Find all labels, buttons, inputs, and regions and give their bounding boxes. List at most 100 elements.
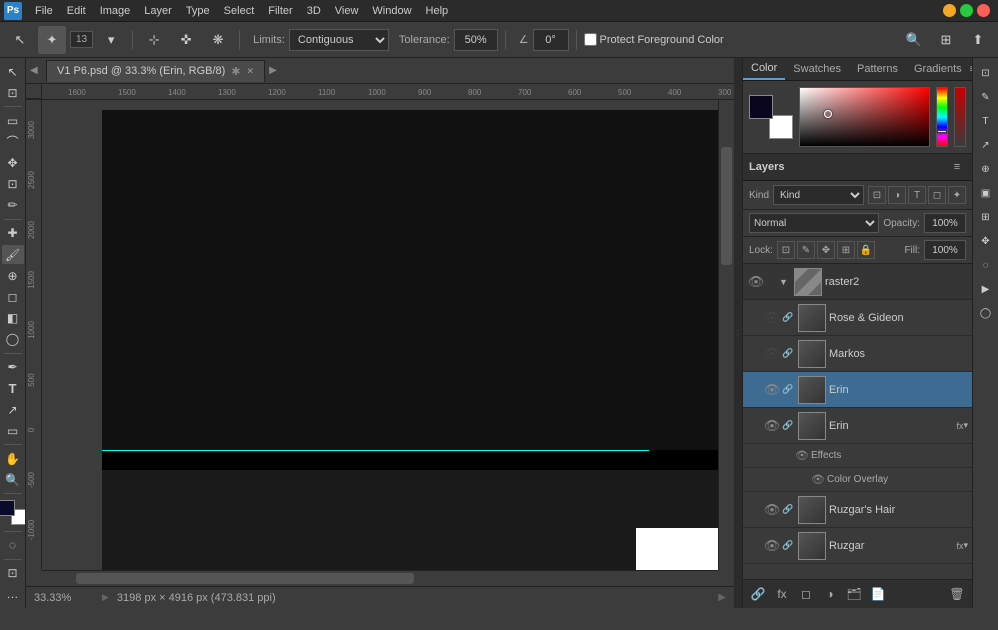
visibility-toggle[interactable]: 👁 — [763, 501, 781, 519]
layer-link-icon[interactable]: 🔗 — [781, 312, 795, 323]
right-tool-11[interactable]: ◯ — [975, 302, 997, 324]
add-style-btn[interactable]: fx — [771, 583, 793, 605]
protect-fg-label[interactable]: Protect Foreground Color — [584, 33, 724, 46]
canvas-scrollbar-vertical[interactable] — [718, 100, 734, 570]
healing-tool[interactable]: ✚ — [2, 224, 24, 243]
menu-file[interactable]: File — [28, 3, 60, 19]
screen-mode-btn[interactable]: ⊡ — [2, 564, 24, 583]
effect-vis-toggle[interactable]: 👁 — [809, 471, 827, 489]
layer-item-ruzgar[interactable]: 👁 🔗 Ruzgar fx ▾ — [743, 528, 972, 564]
layer-link-icon[interactable]: 🔗 — [781, 384, 795, 395]
sample-btn-1[interactable]: ⊹ — [140, 26, 168, 54]
fill-input[interactable] — [924, 240, 966, 260]
layer-item-rose-gideon[interactable]: 👁 🔗 Rose & Gideon — [743, 300, 972, 336]
menu-image[interactable]: Image — [93, 3, 138, 19]
lock-artboard-icon[interactable]: ⊞ — [837, 241, 855, 259]
right-tool-10[interactable]: ▶ — [975, 278, 997, 300]
menu-filter[interactable]: Filter — [261, 3, 299, 19]
gradient-tool[interactable]: ◧ — [2, 308, 24, 327]
layers-list[interactable]: 👁 ▼ raster2 👁 🔗 Rose & Gideon — [743, 264, 972, 579]
menu-select[interactable]: Select — [217, 3, 262, 19]
path-select-tool[interactable]: ↗ — [2, 400, 24, 419]
right-tool-9[interactable]: ◌ — [975, 254, 997, 276]
minimize-button[interactable] — [943, 4, 956, 17]
menu-window[interactable]: Window — [365, 3, 418, 19]
effect-vis-toggle[interactable]: 👁 — [793, 447, 811, 465]
workspace-btn[interactable]: ⊞ — [932, 26, 960, 54]
right-tool-3[interactable]: T — [975, 110, 997, 132]
filter-shape-icon[interactable]: ◻ — [928, 186, 946, 204]
clone-tool[interactable]: ⊕ — [2, 266, 24, 285]
filter-smart-icon[interactable]: ✦ — [948, 186, 966, 204]
angle-input[interactable] — [533, 29, 569, 51]
close-button[interactable] — [977, 4, 990, 17]
scroll-right-icon[interactable]: ▶ — [718, 592, 726, 603]
tab-close-btn[interactable]: ✕ — [247, 66, 255, 77]
expand-right-icon[interactable]: ▶ — [269, 65, 281, 76]
protect-fg-checkbox[interactable] — [584, 33, 597, 46]
right-tool-7[interactable]: ⊞ — [975, 206, 997, 228]
delete-layer-btn[interactable]: 🗑 — [946, 583, 968, 605]
dodge-tool[interactable]: ◯ — [2, 330, 24, 349]
layer-expand-btn[interactable]: ▾ — [963, 420, 968, 431]
layer-link-icon[interactable]: 🔗 — [781, 540, 795, 551]
fg-bg-color[interactable] — [0, 500, 26, 524]
share-btn[interactable]: ⬆ — [964, 26, 992, 54]
fg-color-swatch[interactable] — [0, 500, 15, 516]
canvas-tab[interactable]: V1 P6.psd @ 33.3% (Erin, RGB/8) ✱ ✕ — [46, 60, 265, 82]
layer-link-icon[interactable]: 🔗 — [781, 348, 795, 359]
type-tool[interactable]: T — [2, 379, 24, 398]
sample-btn-2[interactable]: ✜ — [172, 26, 200, 54]
visibility-toggle[interactable]: 👁 — [763, 381, 781, 399]
quick-mask-tool[interactable]: ◌ — [2, 536, 24, 555]
right-tool-5[interactable]: ⊕ — [975, 158, 997, 180]
new-group-btn[interactable]: 🗂 — [843, 583, 865, 605]
layer-link-icon[interactable]: 🔗 — [781, 504, 795, 515]
visibility-toggle[interactable]: 👁 — [763, 417, 781, 435]
canvas-wrapper[interactable]: 3000 2500 2000 1500 1000 500 0 -500 -100… — [26, 100, 734, 586]
menu-layer[interactable]: Layer — [137, 3, 179, 19]
alpha-bar[interactable] — [954, 87, 966, 147]
right-tool-2[interactable]: ✎ — [975, 86, 997, 108]
maximize-button[interactable] — [960, 4, 973, 17]
sample-btn-3[interactable]: ❋ — [204, 26, 232, 54]
object-select-tool[interactable]: ✥ — [2, 154, 24, 173]
hand-tool[interactable]: ✋ — [2, 449, 24, 468]
visibility-toggle[interactable]: 👁 — [763, 537, 781, 555]
lock-all-icon[interactable]: 🔒 — [857, 241, 875, 259]
layer-link-icon[interactable]: 🔗 — [781, 420, 795, 431]
filter-adjustment-icon[interactable]: ◑ — [888, 186, 906, 204]
zoom-tool[interactable]: 🔍 — [2, 470, 24, 489]
layers-menu-btn[interactable]: ≡ — [948, 158, 966, 176]
eraser-tool[interactable]: ◻ — [2, 287, 24, 306]
layer-item-erin-fx[interactable]: 👁 🔗 Erin fx ▾ — [743, 408, 972, 444]
layer-item-markos[interactable]: 👁 🔗 Markos — [743, 336, 972, 372]
tab-color[interactable]: Color — [743, 58, 785, 80]
tab-gradients[interactable]: Gradients — [906, 59, 970, 79]
visibility-toggle[interactable]: 👁 — [747, 273, 765, 291]
lock-transparent-icon[interactable]: ⊡ — [777, 241, 795, 259]
fg-color-box[interactable] — [749, 95, 773, 119]
layer-expand-btn[interactable]: ▾ — [963, 540, 968, 551]
collapse-left-icon[interactable]: ◀ — [30, 65, 42, 76]
menu-edit[interactable]: Edit — [60, 3, 93, 19]
tab-patterns[interactable]: Patterns — [849, 59, 906, 79]
visibility-toggle[interactable]: 👁 — [763, 309, 781, 327]
crop-tool[interactable]: ⊡ — [2, 175, 24, 194]
magic-wand-btn[interactable]: ✦ — [38, 26, 66, 54]
new-layer-btn[interactable]: 📄 — [867, 583, 889, 605]
right-tool-1[interactable]: ⊡ — [975, 62, 997, 84]
canvas-content[interactable] — [42, 100, 718, 570]
hue-bar[interactable] — [936, 87, 948, 147]
layer-item-ruzgar-hair[interactable]: 👁 🔗 Ruzgar's Hair — [743, 492, 972, 528]
eyedropper-tool[interactable]: ✏ — [2, 196, 24, 215]
scroll-thumb-h[interactable] — [76, 573, 414, 584]
filter-pixel-icon[interactable]: ⊡ — [868, 186, 886, 204]
shapes-tool[interactable]: ▭ — [2, 421, 24, 440]
search-btn[interactable]: 🔍 — [900, 26, 928, 54]
brush-dropdown-icon[interactable]: ▾ — [97, 26, 125, 54]
brush-tool[interactable]: 🖌 — [2, 245, 24, 264]
fg-bg-swatches[interactable] — [749, 95, 793, 139]
tolerance-input[interactable] — [454, 29, 498, 51]
lock-image-icon[interactable]: ✎ — [797, 241, 815, 259]
